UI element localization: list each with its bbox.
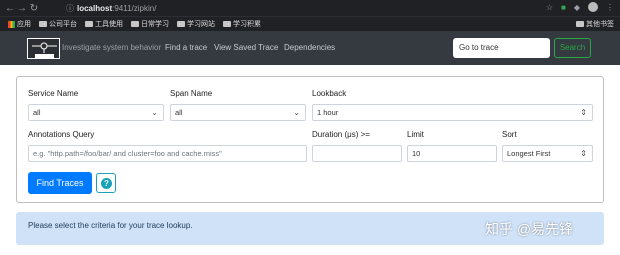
zipkin-logo[interactable] — [27, 38, 60, 59]
url-host: localhost — [77, 3, 113, 13]
lookback-label: Lookback — [312, 89, 347, 98]
annotations-query-input[interactable]: e.g. "http.path=/foo/bar/ and cluster=fo… — [28, 145, 307, 162]
address-bar[interactable]: ⓘ localhost:9411/zipkin/ — [66, 2, 156, 14]
find-traces-button[interactable]: Find Traces — [28, 172, 92, 194]
reload-icon[interactable]: ↻ — [28, 3, 40, 14]
url-path: :9411/zipkin/ — [112, 3, 157, 13]
other-bookmarks[interactable]: 其他书签 — [576, 19, 614, 29]
browser-toolbar: ← → ↻ ⓘ localhost:9411/zipkin/ ☆ ■ ◆ ⋮ — [0, 0, 620, 16]
updown-icon: ⇕ — [580, 149, 587, 158]
folder-icon — [39, 21, 47, 27]
limit-input[interactable]: 10 — [407, 145, 497, 162]
limit-label: Limit — [407, 130, 424, 139]
span-name-select[interactable]: all ⌄ — [170, 104, 306, 121]
folder-icon — [85, 21, 93, 27]
folder-icon — [576, 21, 584, 27]
info-icon: ⓘ — [66, 3, 74, 13]
bookmark-apps[interactable]: 应用 — [8, 19, 31, 29]
puzzle-icon[interactable]: ◆ — [574, 3, 580, 12]
watermark: 知乎 @易先锋 — [485, 221, 574, 237]
folder-icon — [131, 21, 139, 27]
help-button[interactable]: ? — [96, 173, 116, 193]
updown-icon: ⇕ — [580, 108, 587, 117]
menu-icon[interactable]: ⋮ — [606, 3, 614, 12]
question-icon: ? — [101, 178, 112, 189]
lookback-select[interactable]: 1 hour ⇕ — [312, 104, 593, 121]
extension-icon[interactable]: ■ — [561, 3, 566, 12]
chevron-down-icon: ⌄ — [151, 108, 158, 117]
logo-graphic-icon — [32, 42, 57, 58]
bookmark-folder[interactable]: 日常学习 — [131, 19, 169, 29]
folder-icon — [223, 21, 231, 27]
goto-trace-input[interactable]: Go to trace — [453, 38, 550, 58]
search-button[interactable]: Search — [554, 38, 591, 58]
bookmark-folder[interactable]: 公司平台 — [39, 19, 77, 29]
avatar[interactable] — [588, 2, 598, 12]
service-name-label: Service Name — [28, 89, 79, 98]
span-name-label: Span Name — [170, 89, 213, 98]
star-icon[interactable]: ☆ — [546, 3, 553, 12]
nav-find-trace[interactable]: Find a trace — [165, 43, 207, 52]
info-text: Please select the criteria for your trac… — [28, 221, 193, 230]
nav-dependencies[interactable]: Dependencies — [284, 43, 335, 52]
bookmark-folder[interactable]: 学习积累 — [223, 19, 261, 29]
nav-view-saved-trace[interactable]: View Saved Trace — [214, 43, 278, 52]
chevron-down-icon: ⌄ — [293, 108, 300, 117]
bookmark-folder[interactable]: 工具使用 — [85, 19, 123, 29]
folder-icon — [177, 21, 185, 27]
back-icon[interactable]: ← — [4, 3, 16, 14]
bookmark-folder[interactable]: 学习网站 — [177, 19, 215, 29]
apps-icon — [8, 20, 15, 28]
duration-input[interactable] — [312, 145, 402, 162]
service-name-select[interactable]: all ⌄ — [28, 104, 164, 121]
sort-select[interactable]: Longest First ⇕ — [502, 145, 593, 162]
bookmarks-bar: 应用 公司平台 工具使用 日常学习 学习网站 学习积累 其他书签 — [0, 16, 620, 31]
annotations-label: Annotations Query — [28, 130, 95, 139]
duration-label: Duration (μs) >= — [312, 130, 370, 139]
forward-icon[interactable]: → — [16, 3, 28, 14]
tagline: Investigate system behavior — [62, 43, 162, 52]
sort-label: Sort — [502, 130, 517, 139]
